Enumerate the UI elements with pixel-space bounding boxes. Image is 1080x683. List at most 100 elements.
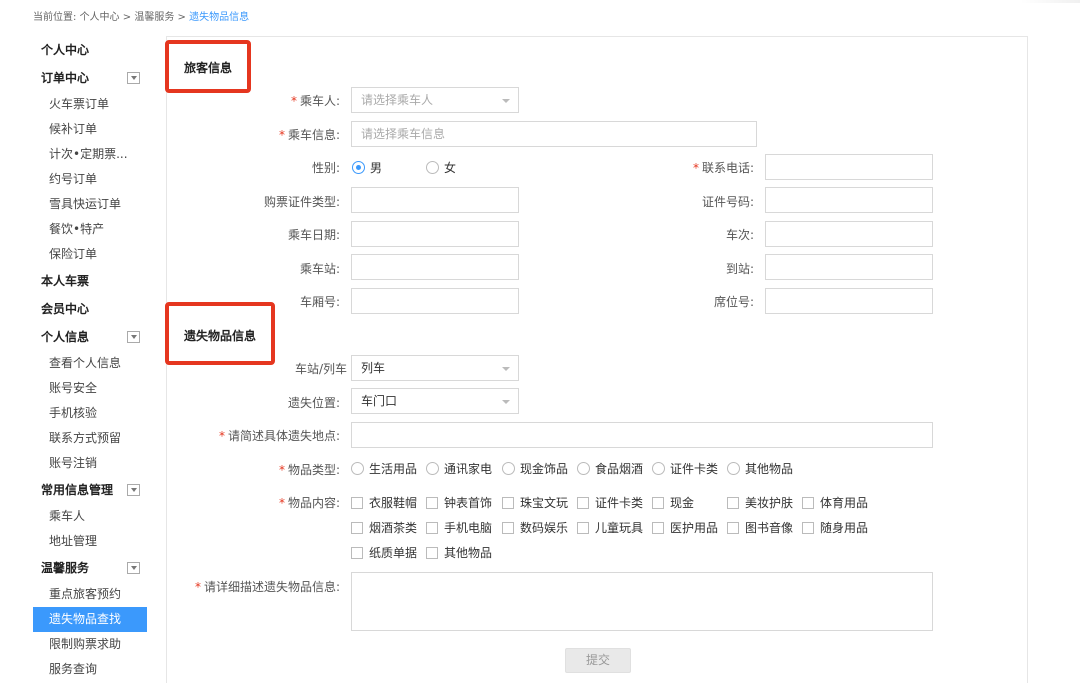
from-station-input[interactable] [351,254,519,280]
item-content-checkbox[interactable]: 烟酒茶类 [351,519,417,536]
item-type-label: * 物品类型: [278,463,340,477]
sidebar-group-label: 会员中心 [41,302,90,316]
sidebar-item[interactable]: 雪具快运订单 [33,192,147,217]
sidebar-group[interactable]: 订单中心 [33,64,147,92]
sidebar-item[interactable]: 遗失物品查找 [33,607,147,632]
breadcrumb-prefix: 当前位置: [33,12,77,23]
carriage-input[interactable] [351,288,519,314]
sidebar-group[interactable]: 个人信息 [33,323,147,351]
radio-icon [426,462,439,475]
gender-label: 性别: [311,161,340,175]
sidebar-item[interactable]: 限制购票求助 [33,632,147,657]
item-type-radio[interactable]: 通讯家电 [426,460,492,477]
chevron-down-icon [502,367,510,371]
sidebar-item[interactable]: 重点旅客预约 [33,582,147,607]
checkbox-icon [577,496,589,509]
radio-icon [652,462,665,475]
topbar-shadow [1020,0,1080,3]
sidebar-group[interactable]: 温馨服务 [33,554,147,582]
date-input[interactable] [351,221,519,247]
radio-checked-icon [352,161,365,174]
item-content-checkbox[interactable]: 珠宝文玩 [502,494,568,511]
sidebar-item[interactable]: 餐饮•特产 [33,217,147,242]
checkbox-icon [351,546,363,559]
collapse-toggle-icon[interactable] [127,484,140,496]
sidebar-group[interactable]: 会员中心 [33,295,147,323]
item-content-checkbox[interactable]: 手机电脑 [426,519,492,536]
breadcrumb-item-warm-service[interactable]: 温馨服务 [134,12,174,23]
sidebar-item[interactable]: 服务查询 [33,657,147,682]
item-content-checkbox[interactable]: 数码娱乐 [502,519,568,536]
id-number-input[interactable] [765,187,933,213]
checkbox-icon [802,496,814,509]
item-content-checkbox[interactable]: 美妆护肤 [727,494,793,511]
item-content-checkbox[interactable]: 其他物品 [426,544,492,561]
item-type-radio[interactable]: 生活用品 [351,460,417,477]
sidebar-item[interactable]: 保险订单 [33,242,147,267]
sidebar-item[interactable]: 地址管理 [33,529,147,554]
sidebar-item[interactable]: 火车票订单 [33,92,147,117]
sidebar-item[interactable]: 查看个人信息 [33,351,147,376]
sidebar-item[interactable]: 候补订单 [33,117,147,142]
checkbox-icon [727,521,739,534]
gender-radio-female[interactable]: 女 [426,159,456,176]
item-content-checkbox[interactable]: 儿童玩具 [577,519,643,536]
item-content-checkbox[interactable]: 体育用品 [802,494,868,511]
sidebar-item[interactable]: 乘车人 [33,504,147,529]
detail-desc-textarea[interactable] [351,572,933,631]
location-label: 遗失位置: [287,396,340,410]
sidebar-item[interactable]: 账号注销 [33,451,147,476]
seat-label: 席位号: [713,295,754,309]
sidebar-item[interactable]: 计次•定期票... [33,142,147,167]
breadcrumb-item-personal-center[interactable]: 个人中心 [80,12,120,23]
item-type-radio[interactable]: 食品烟酒 [577,460,643,477]
seat-input[interactable] [765,288,933,314]
chevron-down-icon [502,400,510,404]
from-station-label: 乘车站: [299,262,340,276]
to-station-input[interactable] [765,254,933,280]
location-select[interactable]: 车门口 [351,388,519,414]
item-content-checkbox[interactable]: 医护用品 [652,519,718,536]
radio-icon [727,462,740,475]
collapse-toggle-icon[interactable] [127,562,140,574]
item-type-radio[interactable]: 现金饰品 [502,460,568,477]
place-desc-input[interactable] [351,422,933,448]
item-content-label: * 物品内容: [278,496,340,510]
item-content-checkbox[interactable]: 证件卡类 [577,494,643,511]
submit-button[interactable]: 提交 [565,648,631,673]
sidebar-item[interactable]: 账号安全 [33,376,147,401]
checkbox-icon [351,496,363,509]
date-label: 乘车日期: [287,228,340,242]
item-content-checkbox[interactable]: 纸质单据 [351,544,417,561]
sidebar-group[interactable]: 常用信息管理 [33,476,147,504]
item-content-checkbox[interactable]: 现金 [652,494,694,511]
passenger-info-input[interactable]: 请选择乘车信息 [351,121,757,147]
breadcrumb-current: 遗失物品信息 [189,12,250,23]
item-content-checkbox[interactable]: 钟表首饰 [426,494,492,511]
item-content-checkbox[interactable]: 随身用品 [802,519,868,536]
sidebar-item[interactable]: 手机核验 [33,401,147,426]
id-type-input[interactable] [351,187,519,213]
checkbox-icon [426,521,438,534]
sidebar-item[interactable]: 约号订单 [33,167,147,192]
item-content-checkbox[interactable]: 衣服鞋帽 [351,494,417,511]
sidebar-group[interactable]: 个人中心 [33,36,147,64]
breadcrumb-separator: > [122,12,132,23]
sidebar-item[interactable]: 联系方式预留 [33,426,147,451]
chevron-down-icon [502,99,510,103]
sidebar-group[interactable]: 本人车票 [33,267,147,295]
passenger-select[interactable]: 请选择乘车人 [351,87,519,113]
phone-input[interactable] [765,154,933,180]
passenger-info-label: * 乘车信息: [278,128,340,142]
station-or-train-select[interactable]: 列车 [351,355,519,381]
collapse-toggle-icon[interactable] [127,72,140,84]
item-content-checkbox[interactable]: 图书音像 [727,519,793,536]
sidebar-group-label: 常用信息管理 [41,483,114,497]
item-type-radio[interactable]: 其他物品 [727,460,793,477]
item-type-radio[interactable]: 证件卡类 [652,460,718,477]
checkbox-icon [727,496,739,509]
collapse-toggle-icon[interactable] [127,331,140,343]
train-no-input[interactable] [765,221,933,247]
checkbox-icon [502,521,514,534]
gender-radio-male[interactable]: 男 [352,159,382,176]
